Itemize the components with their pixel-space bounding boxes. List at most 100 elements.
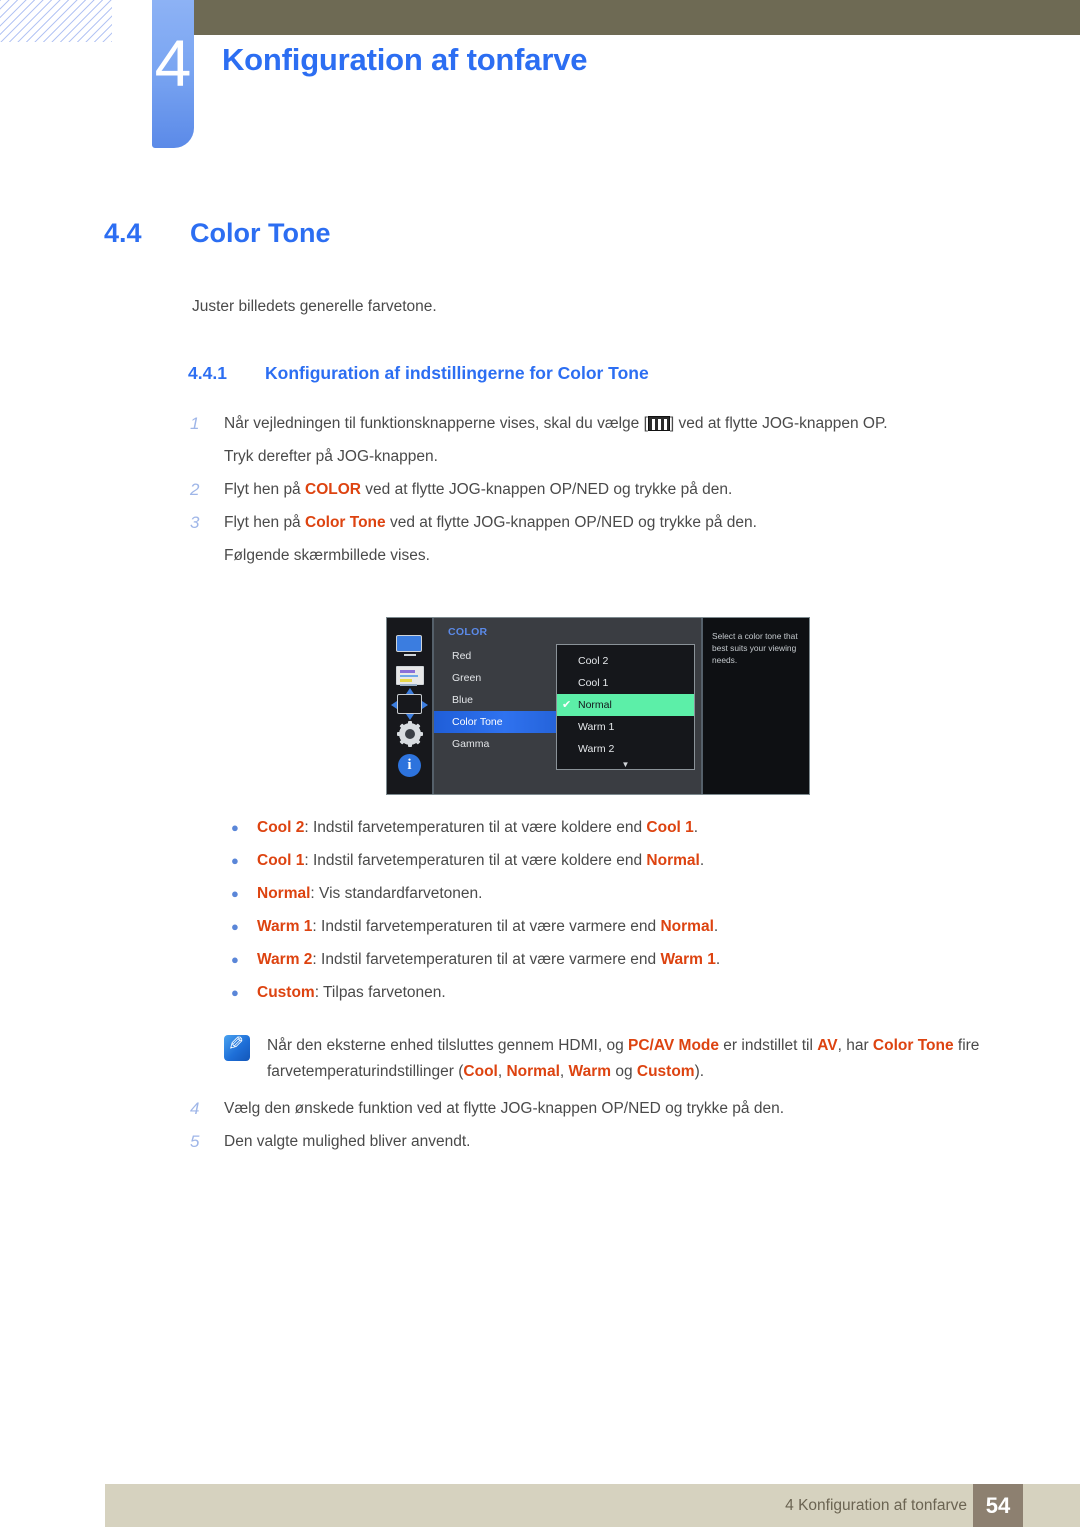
note-seg: er indstillet til [719, 1037, 818, 1054]
term: Custom [257, 984, 315, 1001]
list-item-text: Normal: Vis standardfarvetonen. [257, 883, 482, 904]
note-seg: , [559, 1063, 569, 1080]
color-tone-options-list: ● Cool 2: Indstil farvetemperaturen til … [226, 817, 1026, 1015]
monitor-icon [395, 635, 424, 657]
desc: : Indstil farvetemperaturen til at være … [304, 819, 647, 836]
desc: : Vis standardfarvetonen. [310, 885, 483, 902]
list-item-text: Warm 1: Indstil farvetemperaturen til at… [257, 916, 718, 937]
step-item: 1 Når vejledningen til funktionsknappern… [188, 411, 1018, 437]
osd-option-warm-2[interactable]: Warm 2 [557, 738, 694, 760]
note-seg: , har [837, 1037, 873, 1054]
section-intro: Juster billedets generelle farvetone. [192, 298, 437, 315]
step-text-pre: Flyt hen på [224, 514, 305, 531]
step-item: 2 Flyt hen på COLOR ved at flytte JOG-kn… [188, 477, 1018, 503]
note-term: PC/AV Mode [628, 1037, 719, 1054]
step-number: 3 [190, 513, 200, 532]
info-icon: i [398, 754, 421, 777]
list-item: ● Cool 2: Indstil farvetemperaturen til … [226, 817, 1026, 838]
note-term: AV [817, 1037, 838, 1054]
note-term: Cool [463, 1063, 498, 1080]
term: Warm 2 [257, 951, 313, 968]
note-term: Normal [506, 1063, 560, 1080]
osd-option-cool-1[interactable]: Cool 1 [557, 672, 694, 694]
desc-end: . [699, 852, 705, 869]
step-text-pre: Flyt hen på [224, 481, 305, 498]
note-term: Color Tone [872, 1037, 954, 1054]
desc: : Indstil farvetemperaturen til at være … [312, 918, 661, 935]
steps-list: 1 Når vejledningen til funktionsknappern… [188, 411, 1018, 576]
step-highlight-term: COLOR [305, 481, 361, 498]
term-ref: Normal [660, 918, 714, 935]
step-text: Når vejledningen til funktionsknapperne … [224, 411, 888, 437]
desc-end: . [713, 918, 719, 935]
step-text: Flyt hen på Color Tone ved at flytte JOG… [224, 510, 757, 536]
step-text-post: ved at flytte JOG-knappen OP/NED og tryk… [360, 481, 733, 498]
step-text: Vælg den ønskede funktion ved at flytte … [224, 1100, 785, 1117]
page-header: 4 Konfiguration af tonfarve [0, 0, 1080, 160]
bullet-marker: ● [231, 919, 239, 934]
position-arrows-icon [391, 688, 428, 720]
step-highlight-term: Color Tone [305, 514, 386, 531]
osd-option-cool-2[interactable]: Cool 2 [557, 650, 694, 672]
step-text-post: ] ved at flytte JOG-knappen OP. [669, 415, 888, 432]
desc-end: . [715, 951, 721, 968]
term: Normal [257, 885, 311, 902]
desc: : Indstil farvetemperaturen til at være … [304, 852, 647, 869]
step-number: 5 [190, 1132, 200, 1151]
note-seg: ). [694, 1063, 705, 1080]
jog-menu-icon [647, 416, 670, 431]
list-item-text: Custom: Tilpas farvetonen. [257, 982, 446, 1003]
term-ref: Normal [646, 852, 700, 869]
step-item: 3 Flyt hen på Color Tone ved at flytte J… [188, 510, 1018, 536]
term-ref: Cool 1 [646, 819, 694, 836]
note-term: Custom [636, 1063, 695, 1080]
step-number: 4 [190, 1099, 200, 1118]
step-text-post: ved at flytte JOG-knappen OP/NED og tryk… [385, 514, 757, 531]
step-number: 2 [190, 480, 200, 499]
osd-option-normal[interactable]: Normal [557, 694, 694, 716]
list-item: ● Warm 2: Indstil farvetemperaturen til … [226, 949, 1026, 970]
osd-menu-panel: COLOR Red Green Blue Color Tone Gamma Co… [434, 618, 701, 794]
osd-screenshot: i COLOR Red Green Blue Color Tone Gamma … [386, 617, 810, 795]
osd-help-text: Select a color tone that best suits your… [701, 618, 809, 794]
note-seg: Når den eksterne enhed tilsluttes gennem… [267, 1037, 628, 1054]
chevron-down-icon[interactable]: ▼ [557, 760, 694, 770]
chapter-number: 4 [154, 26, 192, 100]
list-item-text: Cool 1: Indstil farvetemperaturen til at… [257, 850, 704, 871]
step-continuation: Følgende skærmbillede vises. [224, 547, 430, 564]
gear-icon [396, 721, 423, 747]
list-item: ● Cool 1: Indstil farvetemperaturen til … [226, 850, 1026, 871]
note-text: Når den eksterne enhed tilsluttes gennem… [267, 1033, 1014, 1085]
step-text: Den valgte mulighed bliver anvendt. [224, 1133, 471, 1150]
osd-option-warm-1[interactable]: Warm 1 [557, 716, 694, 738]
hatch-decoration [0, 0, 112, 42]
note-pencil-icon [224, 1035, 250, 1061]
bullet-marker: ● [231, 820, 239, 835]
section-number: 4.4 [104, 218, 142, 248]
bullet-marker: ● [231, 985, 239, 1000]
term: Cool 1 [257, 852, 305, 869]
step-text: Flyt hen på COLOR ved at flytte JOG-knap… [224, 477, 732, 503]
section-title: Color Tone [190, 218, 331, 248]
desc-end: . [693, 819, 699, 836]
step-item: 4 Vælg den ønskede funktion ved at flytt… [188, 1096, 1018, 1122]
desc: : Tilpas farvetonen. [314, 984, 446, 1001]
term-ref: Warm 1 [660, 951, 716, 968]
osd-icon-sidebar: i [387, 618, 434, 794]
chapter-title: Konfiguration af tonfarve [222, 42, 588, 77]
bullet-marker: ● [231, 853, 239, 868]
osd-dropdown: Cool 2 Cool 1 Normal Warm 1 Warm 2 ▼ [556, 644, 695, 770]
page-number: 54 [973, 1484, 1023, 1527]
step-continuation: Tryk derefter på JOG-knappen. [224, 448, 438, 465]
desc: : Indstil farvetemperaturen til at være … [312, 951, 661, 968]
note-term: Warm [568, 1063, 612, 1080]
bullet-marker: ● [231, 952, 239, 967]
subsection-heading: 4.4.1 Konfiguration af indstillingerne f… [188, 363, 649, 384]
step-text-pre: Når vejledningen til funktionsknapperne … [224, 415, 648, 432]
list-item-text: Cool 2: Indstil farvetemperaturen til at… [257, 817, 698, 838]
osd-menu-item-color-tone[interactable]: Color Tone [434, 711, 562, 733]
term: Cool 2 [257, 819, 305, 836]
step-number: 1 [190, 414, 200, 433]
list-item-text: Warm 2: Indstil farvetemperaturen til at… [257, 949, 720, 970]
list-item: ● Normal: Vis standardfarvetonen. [226, 883, 1026, 904]
